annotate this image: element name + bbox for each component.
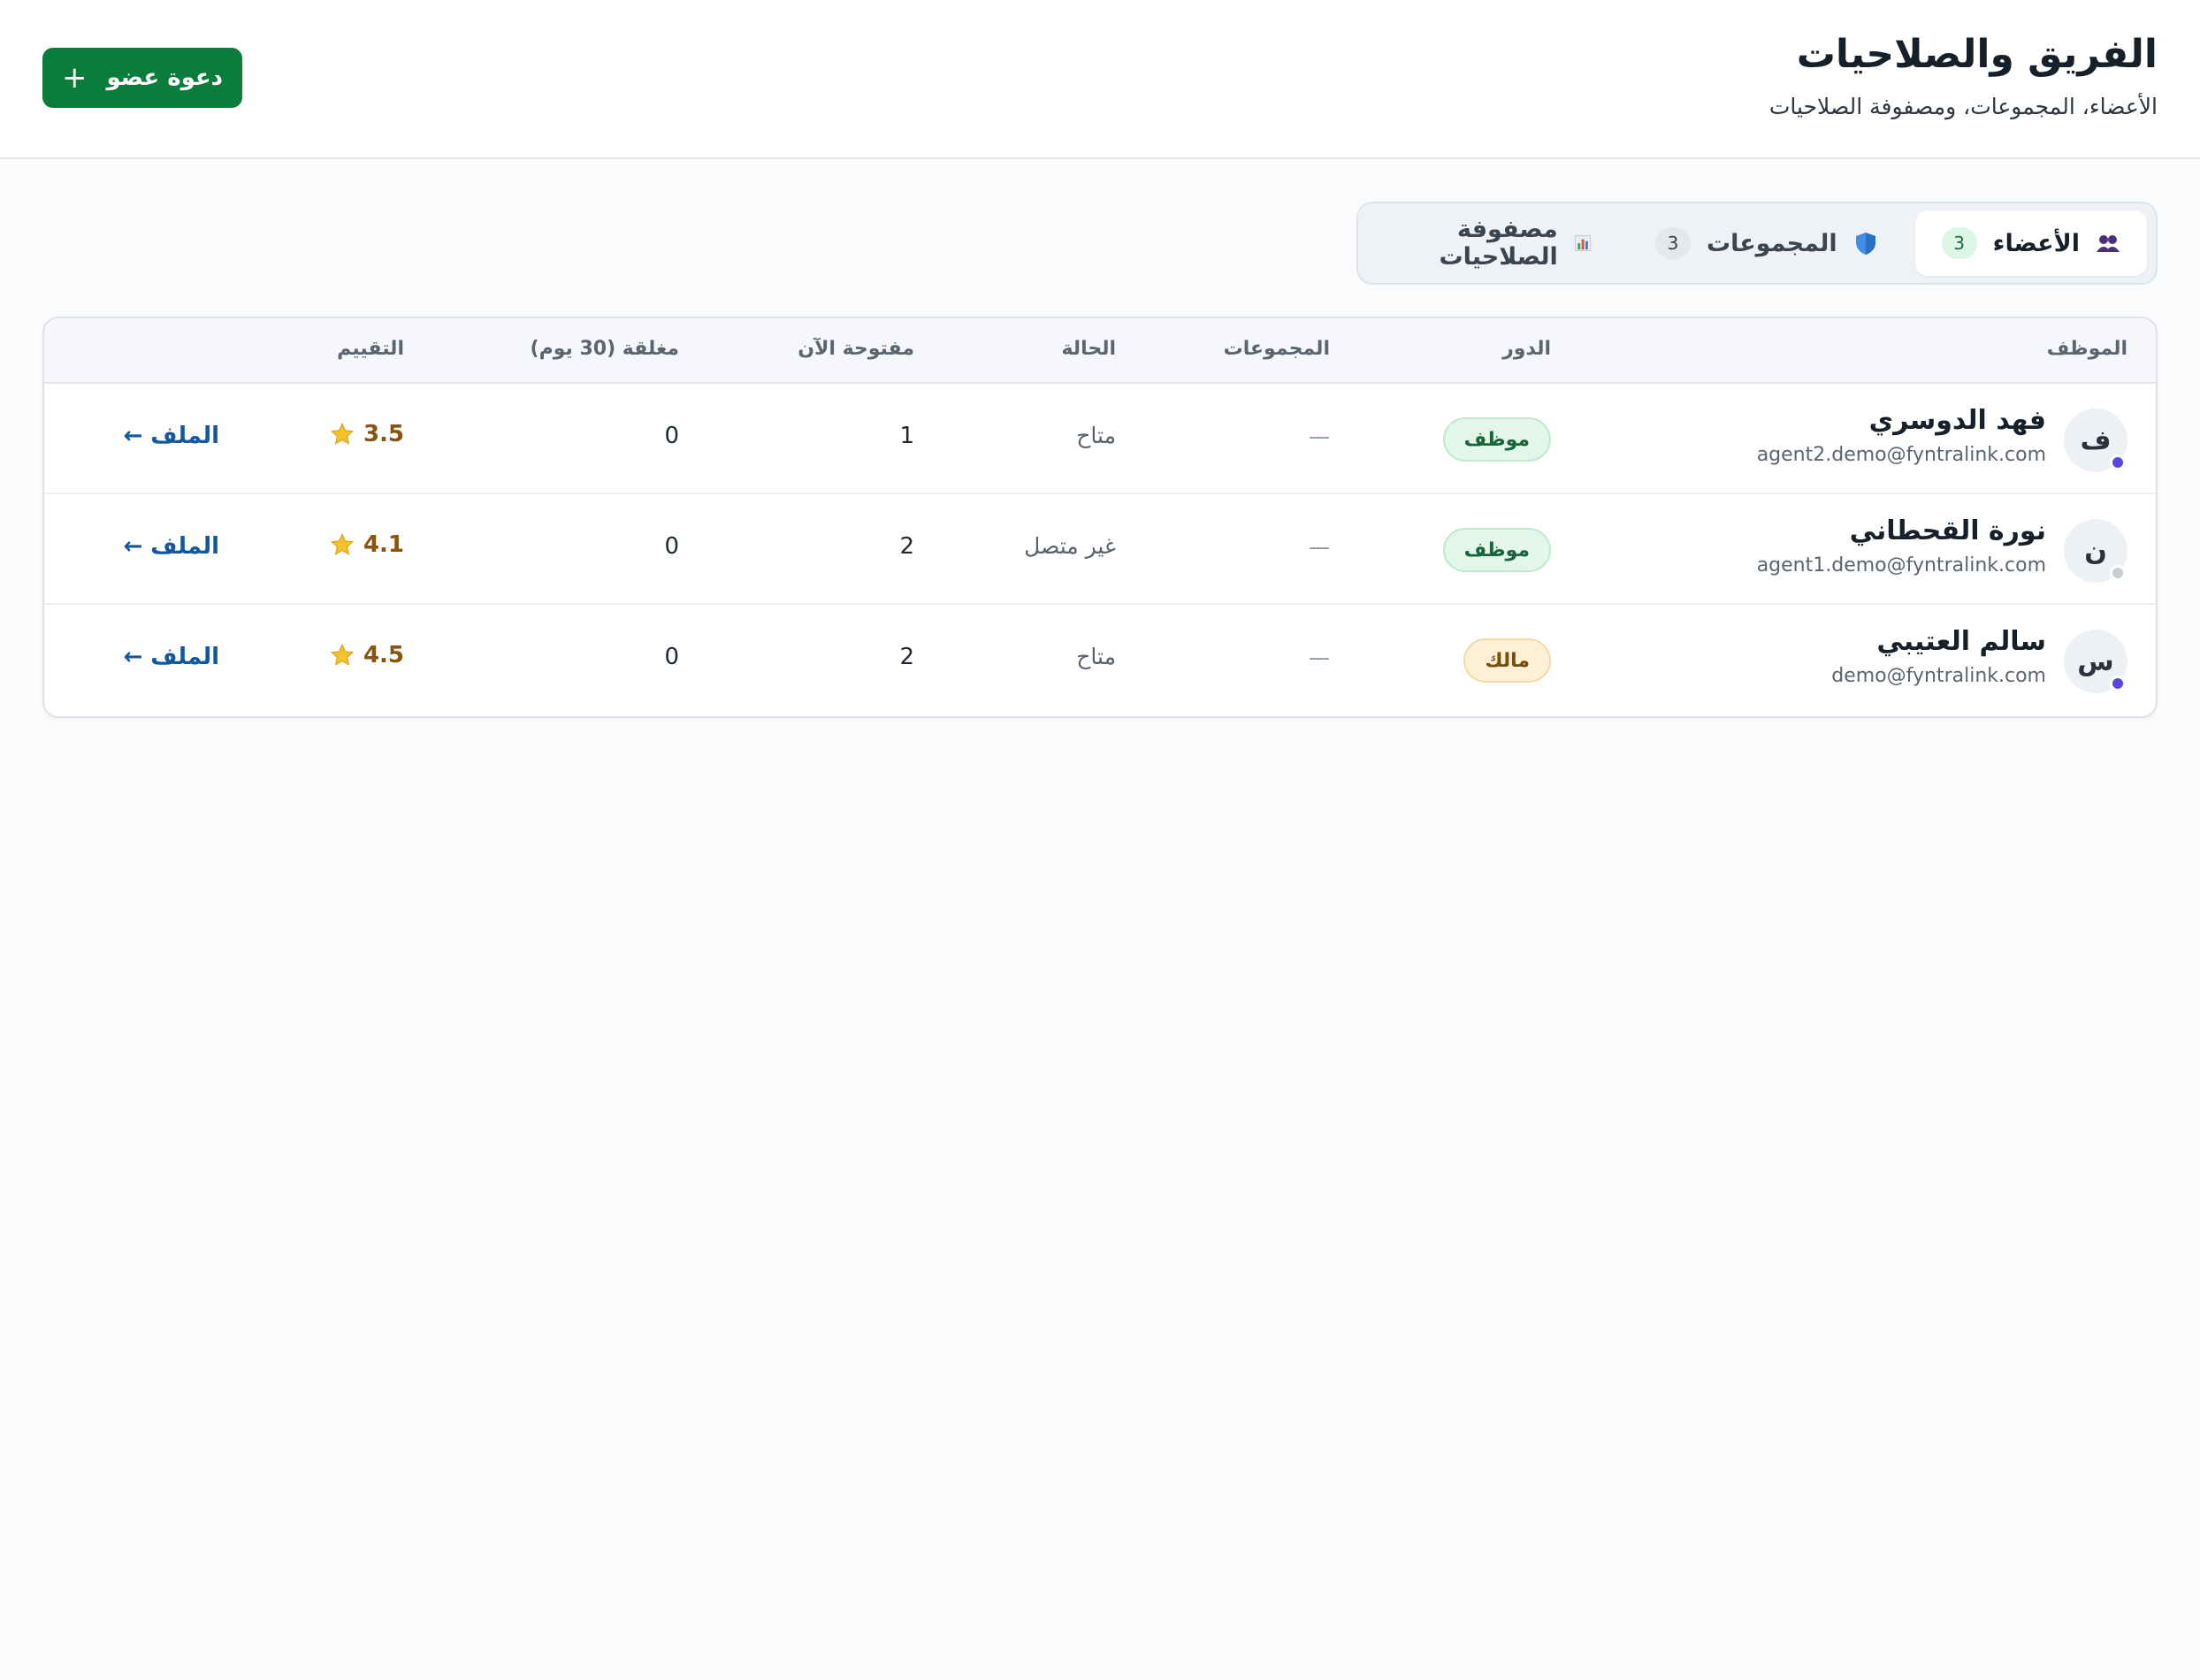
tab-groups-label: المجموعات <box>1706 229 1837 257</box>
tab-members-count: 3 <box>1941 227 1977 259</box>
role-badge: موظف <box>1442 417 1551 462</box>
role-badge: مالك <box>1463 638 1551 683</box>
shield-icon <box>1855 233 1875 255</box>
col-groups[interactable]: المجموعات <box>1224 338 1330 360</box>
table-row[interactable]: ن نورة القحطاني agent1.demo@fyntralink.c… <box>44 494 2156 605</box>
tab-permissions-matrix[interactable]: مصفوفة الصلاحيات <box>1367 210 1618 276</box>
avatar-initial: ف <box>2080 424 2112 456</box>
tab-members[interactable]: الأعضاء 3 <box>1914 210 2147 276</box>
members-table: الموظف الدور المجموعات الحالة مفتوحة الآ… <box>42 317 2158 718</box>
presence-indicator <box>2110 565 2126 581</box>
rating-number: 4.1 <box>363 531 404 558</box>
col-closed-30d[interactable]: مغلقة (30 يوم) <box>531 338 679 360</box>
col-status[interactable]: الحالة <box>1061 338 1116 360</box>
open-now-value: 1 <box>899 423 914 449</box>
status-value: متاح <box>1076 644 1116 669</box>
table-row[interactable]: س سالم العتيبي demo@fyntralink.com مالك … <box>44 605 2156 715</box>
page-title: الفريق والصلاحيات <box>1796 32 2158 77</box>
avatar: ن <box>2064 519 2127 583</box>
table-header: الموظف الدور المجموعات الحالة مفتوحة الآ… <box>44 318 2156 384</box>
status-value: متاح <box>1076 423 1116 448</box>
open-now-value: 2 <box>899 533 914 560</box>
presence-indicator <box>2110 454 2126 470</box>
rating-value: 4.1 <box>330 531 404 558</box>
closed-30d-value: 0 <box>664 644 679 670</box>
employee-name: سالم العتيبي <box>1876 626 2046 657</box>
employee-name: فهد الدوسري <box>1868 405 2046 436</box>
tab-groups-count: 3 <box>1654 227 1691 259</box>
employee-email: demo@fyntralink.com <box>1831 665 2046 687</box>
tabs-bar: الأعضاء 3 المجموعات 3 مصفوفة الصلاحيات <box>1356 202 2158 285</box>
employee-name: نورة القحطاني <box>1849 515 2046 546</box>
open-now-value: 2 <box>899 644 914 670</box>
tab-groups[interactable]: المجموعات 3 <box>1629 210 1905 276</box>
tab-permissions-label: مصفوفة الصلاحيات <box>1439 216 1558 271</box>
rating-number: 4.5 <box>363 642 404 668</box>
rating-value: 4.5 <box>330 642 404 668</box>
rating-number: 3.5 <box>363 421 404 447</box>
col-open-now[interactable]: مفتوحة الآن <box>798 338 914 360</box>
closed-30d-value: 0 <box>664 533 679 560</box>
rating-value: 3.5 <box>330 421 404 447</box>
star-icon <box>330 422 354 445</box>
avatar: ف <box>2064 409 2127 472</box>
profile-link[interactable]: الملف ← <box>123 423 219 449</box>
avatar-initial: ن <box>2084 535 2107 567</box>
avatar: س <box>2064 630 2127 693</box>
employee-email: agent1.demo@fyntralink.com <box>1756 554 2046 577</box>
closed-30d-value: 0 <box>664 423 679 449</box>
presence-indicator <box>2110 676 2126 691</box>
col-rating[interactable]: التقييم <box>337 338 404 360</box>
star-icon <box>330 643 354 666</box>
table-row[interactable]: ف فهد الدوسري agent2.demo@fyntralink.com… <box>44 384 2156 494</box>
tab-members-label: الأعضاء <box>1992 229 2080 257</box>
bar-chart-icon <box>1574 234 1591 252</box>
star-icon <box>330 532 354 555</box>
col-role[interactable]: الدور <box>1502 338 1551 360</box>
plus-icon: + <box>62 60 88 95</box>
groups-value: — <box>1309 535 1330 560</box>
page-header: الفريق والصلاحيات الأعضاء، المجموعات، وم… <box>0 0 2200 159</box>
invite-button-label: دعوة عضو <box>106 65 224 91</box>
employee-email: agent2.demo@fyntralink.com <box>1756 444 2046 466</box>
avatar-initial: س <box>2077 645 2114 677</box>
role-badge: موظف <box>1442 528 1551 572</box>
profile-link[interactable]: الملف ← <box>123 533 219 560</box>
status-value: غير متصل <box>1024 533 1116 559</box>
col-employee[interactable]: الموظف <box>2047 338 2127 360</box>
profile-link[interactable]: الملف ← <box>123 644 219 670</box>
groups-value: — <box>1309 424 1330 449</box>
invite-member-button[interactable]: دعوة عضو + <box>42 48 242 108</box>
groups-value: — <box>1309 645 1330 670</box>
people-icon <box>2097 235 2120 252</box>
page-subtitle: الأعضاء، المجموعات، ومصفوفة الصلاحيات <box>1768 94 2158 119</box>
